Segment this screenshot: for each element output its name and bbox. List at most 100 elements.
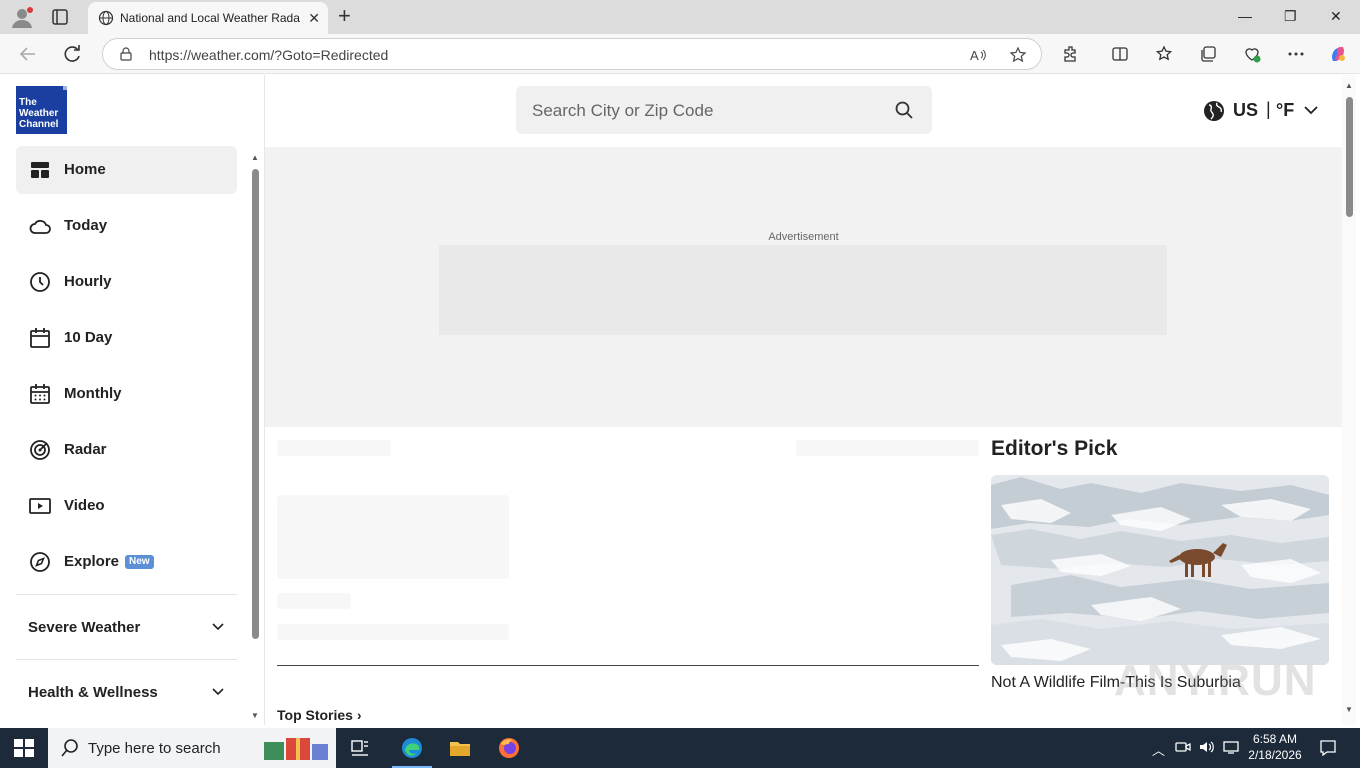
sidebar-item-label: Radar xyxy=(64,441,107,458)
tab-close-icon[interactable]: ✕ xyxy=(308,10,320,26)
clock-time: 6:58 AM xyxy=(1252,732,1298,746)
locale-selector[interactable]: US | °F xyxy=(1203,99,1323,123)
page-scroll-thumb[interactable] xyxy=(1346,97,1353,217)
home-grid-icon xyxy=(31,162,49,178)
clock-date: 2/18/2026 xyxy=(1248,748,1302,762)
sidebar-item-10-day[interactable]: 10 Day xyxy=(16,314,237,362)
url-text[interactable]: https://weather.com/?Goto=Redirected xyxy=(149,47,388,63)
sidebar-item-home[interactable]: Home xyxy=(16,146,237,194)
main-content: Search City or Zip Code US | °F Advertis… xyxy=(265,75,1342,725)
ad-slot[interactable] xyxy=(439,245,1167,335)
logo-mark xyxy=(63,86,67,90)
extensions-icon[interactable] xyxy=(1061,44,1081,64)
chevron-down-icon xyxy=(212,688,224,696)
favorites-icon[interactable] xyxy=(1154,44,1174,64)
sidebar-section-severe-weather[interactable]: Severe Weather xyxy=(16,607,237,647)
locale-separator: | xyxy=(1266,99,1271,119)
new-badge: New xyxy=(125,555,154,569)
taskbar-clock[interactable]: 6:58 AM 2/18/2026 xyxy=(1240,731,1310,763)
windows-start-icon[interactable] xyxy=(14,739,34,757)
notifications-icon[interactable] xyxy=(1318,738,1338,758)
cloud-icon xyxy=(29,219,51,234)
editors-pick-image[interactable] xyxy=(991,475,1329,665)
gift-highlight-icon[interactable] xyxy=(262,734,330,762)
chevron-down-icon xyxy=(212,623,224,631)
scroll-up-arrow-icon[interactable]: ▲ xyxy=(1345,81,1353,90)
temperature-unit: °F xyxy=(1276,100,1295,120)
section-label: Severe Weather xyxy=(28,619,141,636)
address-bar[interactable]: https://weather.com/?Goto=Redirected A xyxy=(102,38,1042,70)
browser-essentials-icon[interactable] xyxy=(1242,44,1262,64)
more-icon[interactable] xyxy=(1286,44,1306,64)
sidebar-item-label: Video xyxy=(64,497,105,514)
section-label: Health & Wellness xyxy=(28,684,158,701)
video-icon xyxy=(29,498,51,514)
task-view-icon[interactable] xyxy=(348,736,372,760)
site-header: Search City or Zip Code US | °F xyxy=(265,75,1342,147)
browser-tab-bar: National and Local Weather Radar, Daily … xyxy=(0,0,1360,34)
section-divider xyxy=(277,665,979,666)
firefox-icon[interactable] xyxy=(497,736,521,760)
globe-icon xyxy=(98,10,114,26)
logo-line: Weather xyxy=(19,108,59,119)
sidebar-item-explore[interactable]: Explore New xyxy=(16,538,237,586)
browser-tab[interactable]: National and Local Weather Radar, Daily … xyxy=(88,2,328,34)
search-placeholder[interactable]: Search City or Zip Code xyxy=(532,101,713,121)
sidebar-item-video[interactable]: Video xyxy=(16,482,237,530)
sidebar-item-label: Explore xyxy=(64,553,120,570)
volume-icon[interactable] xyxy=(1198,738,1216,756)
page-scrollbar[interactable]: ▲ ▼ xyxy=(1342,75,1356,725)
radar-icon xyxy=(30,440,50,460)
collections-icon[interactable] xyxy=(1198,44,1218,64)
minimize-button[interactable]: — xyxy=(1238,8,1252,24)
search-input[interactable]: Search City or Zip Code xyxy=(516,86,932,134)
show-hidden-icons[interactable]: ︿ xyxy=(1152,740,1165,759)
copilot-icon[interactable] xyxy=(1328,44,1348,64)
profile-icon[interactable] xyxy=(10,6,34,28)
sidebar-item-monthly[interactable]: Monthly xyxy=(16,370,237,418)
logo-line: The xyxy=(19,97,37,108)
file-explorer-icon[interactable] xyxy=(448,736,472,760)
taskbar-search-box[interactable]: Type here to search xyxy=(48,728,336,768)
skeleton-placeholder xyxy=(277,440,391,456)
watermark: ANY.RUN xyxy=(1114,656,1317,705)
network-icon[interactable] xyxy=(1222,738,1240,756)
read-aloud-icon[interactable]: A xyxy=(969,46,987,64)
meet-now-icon[interactable] xyxy=(1174,738,1192,756)
editors-pick-title: Editor's Pick xyxy=(991,437,1118,460)
sidebar-divider xyxy=(16,594,237,595)
windows-taskbar: Type here to search ︿ 6:58 AM 2/18/2026 xyxy=(0,728,1360,768)
search-icon xyxy=(61,739,78,757)
favorite-star-icon[interactable] xyxy=(1009,46,1027,64)
refresh-icon[interactable] xyxy=(60,42,84,66)
web-page: The Weather Channel Home Today Hourly 10… xyxy=(4,75,1356,725)
split-screen-icon[interactable] xyxy=(1110,44,1130,64)
sidebar-item-label: 10 Day xyxy=(64,329,113,346)
tab-actions-icon[interactable] xyxy=(50,7,70,27)
sidebar-item-hourly[interactable]: Hourly xyxy=(16,258,237,306)
scroll-down-arrow-icon[interactable]: ▼ xyxy=(1345,705,1353,714)
browser-toolbar: https://weather.com/?Goto=Redirected A xyxy=(0,34,1360,74)
top-stories-link[interactable]: Top Stories › xyxy=(277,707,362,723)
scroll-down-arrow-icon[interactable]: ▼ xyxy=(251,711,259,720)
sidebar-item-radar[interactable]: Radar xyxy=(16,426,237,474)
lock-icon[interactable] xyxy=(119,47,133,61)
sidebar-item-today[interactable]: Today xyxy=(16,202,237,250)
sidebar-item-label: Today xyxy=(64,217,108,234)
sidebar-scrollbar[interactable]: ▲ ▼ xyxy=(250,153,260,723)
skeleton-placeholder xyxy=(277,495,509,579)
scroll-up-arrow-icon[interactable]: ▲ xyxy=(251,153,259,162)
new-tab-button[interactable]: + xyxy=(338,5,351,27)
sidebar-section-health-wellness[interactable]: Health & Wellness xyxy=(16,672,237,712)
close-window-button[interactable]: ✕ xyxy=(1330,8,1342,24)
globe-icon xyxy=(1204,101,1224,121)
weather-channel-logo[interactable]: The Weather Channel xyxy=(16,86,67,134)
ice-floes-coyote-image xyxy=(991,475,1329,665)
sidebar-scroll-thumb[interactable] xyxy=(252,169,259,639)
taskbar-search-placeholder[interactable]: Type here to search xyxy=(88,740,221,757)
edge-browser-icon[interactable] xyxy=(400,736,424,760)
search-icon[interactable] xyxy=(894,100,914,120)
restore-button[interactable]: ❐ xyxy=(1284,8,1297,24)
back-icon[interactable] xyxy=(16,42,40,66)
country-code: US xyxy=(1233,100,1259,120)
